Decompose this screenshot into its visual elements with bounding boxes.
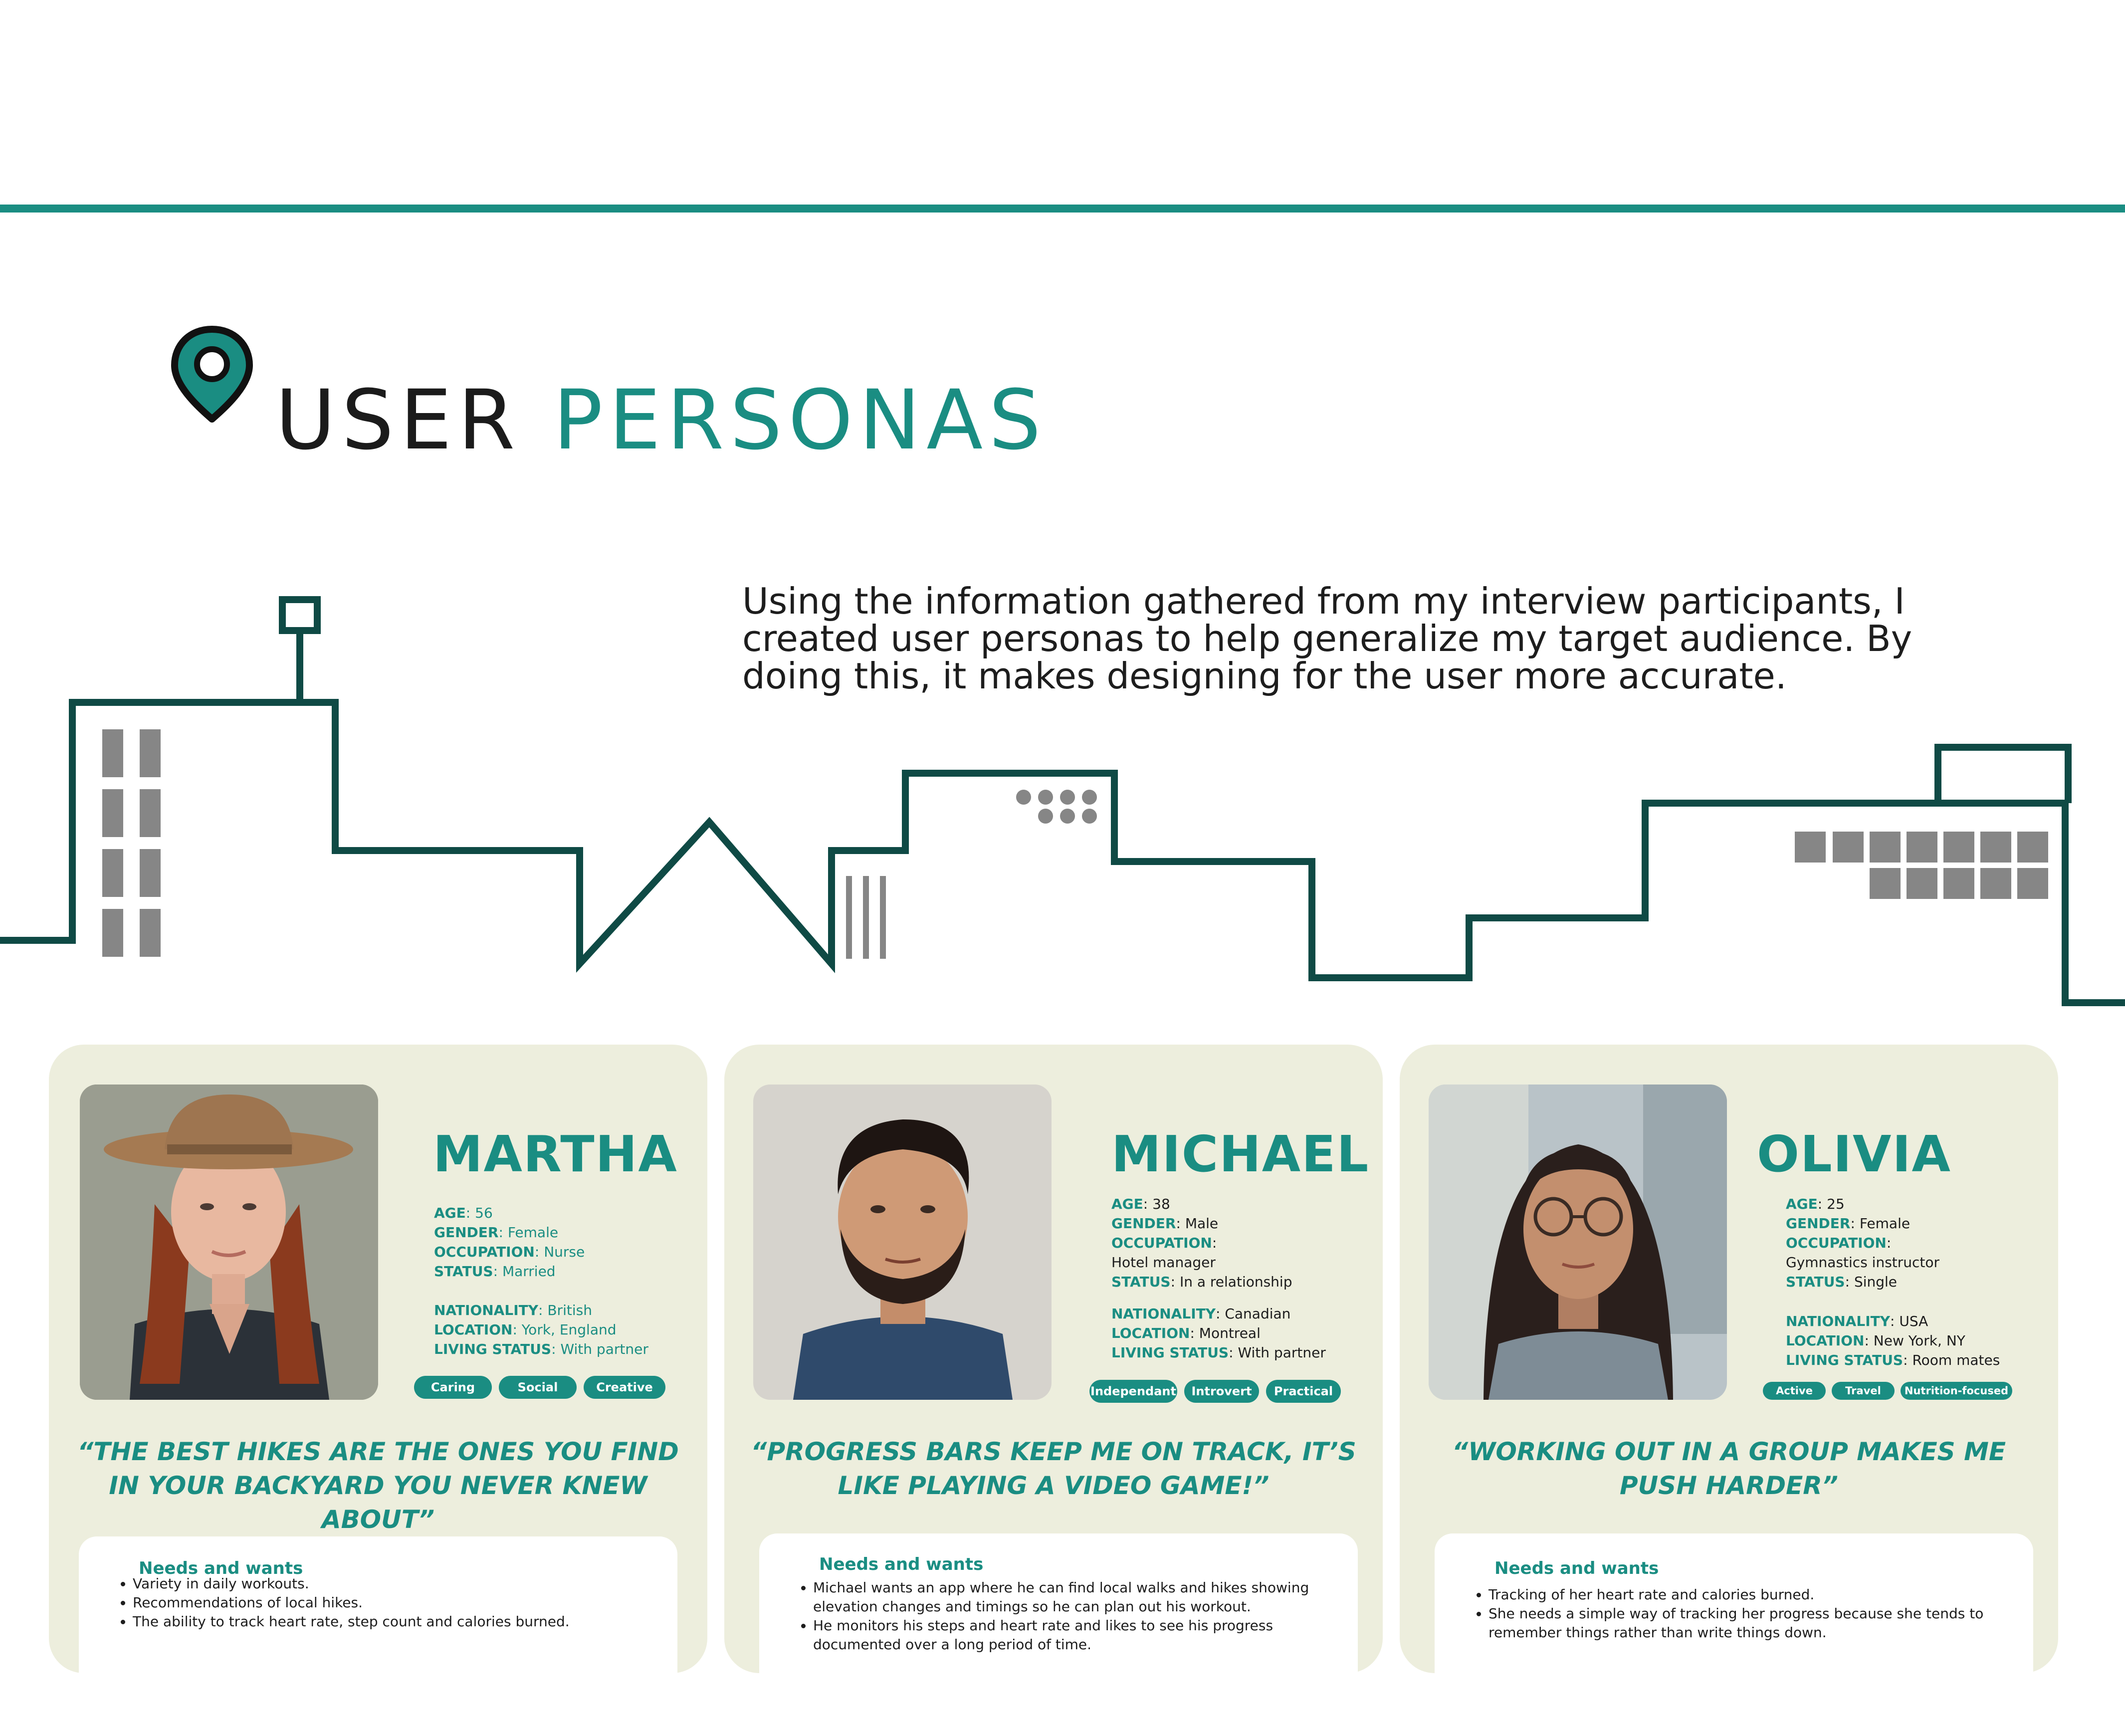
- location-value: Montreal: [1199, 1325, 1261, 1341]
- persona-details: AGE: 38 GENDER: Male OCCUPATION: Hotel m…: [1111, 1196, 1326, 1361]
- age-value: 25: [1827, 1196, 1845, 1212]
- status-value: Single: [1854, 1274, 1898, 1290]
- occupation-value: Hotel manager: [1111, 1254, 1216, 1271]
- trait-tag: Nutrition-focused: [1901, 1382, 2012, 1400]
- age-value: 38: [1152, 1196, 1170, 1212]
- persona-name: MICHAEL: [1111, 1125, 1370, 1183]
- needs-item: Variety in daily workouts.: [133, 1574, 641, 1593]
- title-word-user: USER: [275, 372, 521, 468]
- needs-item: Recommendations of local hikes.: [133, 1593, 641, 1612]
- persona-card-olivia: OLIVIA AGE: 25 GENDER: Female OCCUPATION…: [1400, 1045, 2058, 1733]
- trait-tag: Active: [1763, 1382, 1826, 1400]
- gender-value: Female: [507, 1224, 559, 1241]
- needs-item: She needs a simple way of tracking her p…: [1488, 1604, 1997, 1642]
- persona-photo: [753, 1085, 1052, 1400]
- top-divider: [0, 205, 2125, 213]
- persona-quote: “WORKING OUT IN A GROUP MAKES ME PUSH HA…: [1452, 1437, 2006, 1500]
- persona-photo: [80, 1085, 378, 1400]
- needs-list: Tracking of her heart rate and calories …: [1469, 1585, 1997, 1642]
- city-skyline-illustration: [0, 596, 2125, 1006]
- trait-tag: Social: [499, 1376, 577, 1399]
- status-value: In a relationship: [1179, 1274, 1292, 1290]
- needs-list: Michael wants an app where he can find l…: [793, 1578, 1322, 1654]
- location-value: New York, NY: [1873, 1332, 1965, 1349]
- persona-details: AGE: 25 GENDER: Female OCCUPATION: Gymna…: [1786, 1196, 2000, 1368]
- gender-value: Female: [1859, 1215, 1911, 1232]
- trait-tag: Creative: [584, 1376, 665, 1399]
- trait-tag: Introvert: [1184, 1380, 1259, 1403]
- needs-and-wants-box: Needs and wants Michael wants an app whe…: [759, 1533, 1358, 1733]
- age-value: 56: [475, 1205, 493, 1221]
- location-pin-icon: [171, 326, 253, 423]
- persona-card-martha: MARTHA AGE: 56 GENDER: Female OCCUPATION…: [49, 1045, 707, 1736]
- occupation-value: Nurse: [544, 1244, 585, 1260]
- persona-quote: “PROGRESS BARS KEEP ME ON TRACK, IT’S LI…: [751, 1437, 1356, 1500]
- trait-tag: Independant: [1089, 1380, 1177, 1403]
- needs-item: Michael wants an app where he can find l…: [813, 1578, 1322, 1616]
- persona-tags: Independant Introvert Practical: [1089, 1380, 1341, 1403]
- persona-tags: Caring Social Creative: [414, 1376, 665, 1399]
- location-value: York, England: [521, 1321, 617, 1338]
- needs-and-wants-box: Needs and wants Variety in daily workout…: [79, 1536, 677, 1736]
- needs-item: He monitors his steps and heart rate and…: [813, 1616, 1322, 1654]
- left-building-windows: [102, 729, 161, 957]
- page-title: USER PERSONAS: [275, 379, 1047, 461]
- nationality-value: USA: [1899, 1313, 1928, 1329]
- nationality-value: British: [547, 1302, 592, 1318]
- nationality-value: Canadian: [1225, 1305, 1291, 1322]
- needs-and-wants-box: Needs and wants Tracking of her heart ra…: [1435, 1533, 2033, 1733]
- persona-name: MARTHA: [433, 1125, 678, 1183]
- persona-photo: [1429, 1085, 1727, 1400]
- living-status-value: Room mates: [1912, 1352, 2000, 1368]
- living-status-value: With partner: [560, 1341, 648, 1357]
- gender-value: Male: [1185, 1215, 1219, 1232]
- persona-quote: “THE BEST HIKES ARE THE ONES YOU FIND IN…: [77, 1437, 679, 1534]
- needs-list: Variety in daily workouts. Recommendatio…: [113, 1574, 641, 1631]
- living-status-value: With partner: [1238, 1344, 1326, 1361]
- title-word-personas: PERSONAS: [553, 372, 1047, 468]
- occupation-value: Gymnastics instructor: [1786, 1254, 1940, 1271]
- persona-details: AGE: 56 GENDER: Female OCCUPATION: Nurse…: [434, 1205, 648, 1357]
- status-value: Married: [502, 1263, 556, 1280]
- persona-name: OLIVIA: [1757, 1125, 1951, 1183]
- needs-title: Needs and wants: [1494, 1558, 1659, 1578]
- persona-tags: Active Travel Nutrition-focused: [1763, 1382, 2012, 1400]
- persona-card-michael: MICHAEL AGE: 38 GENDER: Male OCCUPATION:…: [724, 1045, 1383, 1733]
- needs-item: Tracking of her heart rate and calories …: [1488, 1585, 1997, 1604]
- needs-item: The ability to track heart rate, step co…: [133, 1612, 641, 1631]
- trait-tag: Travel: [1832, 1382, 1895, 1400]
- trait-tag: Caring: [414, 1376, 492, 1399]
- trait-tag: Practical: [1266, 1380, 1341, 1403]
- needs-title: Needs and wants: [819, 1554, 984, 1574]
